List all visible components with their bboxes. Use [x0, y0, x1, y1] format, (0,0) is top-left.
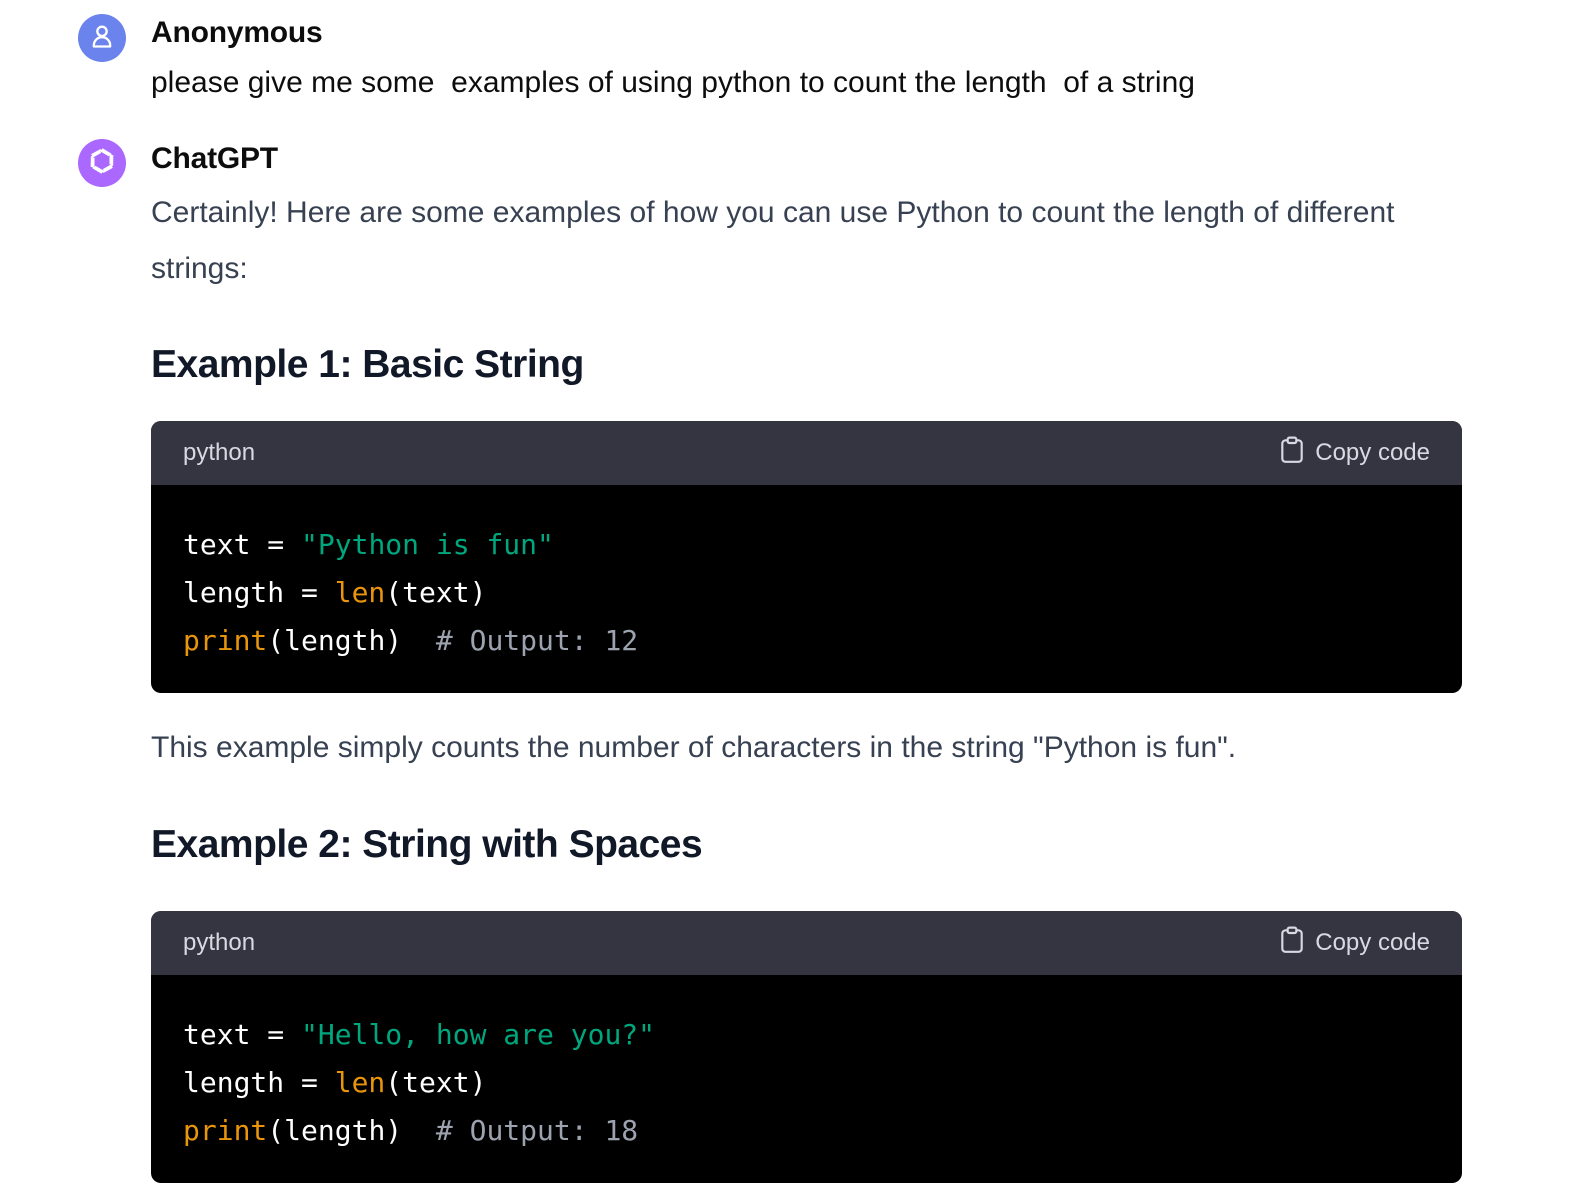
openai-logo-icon [85, 144, 119, 183]
code-block-header: python Copy code [151, 911, 1462, 975]
code-block: python Copy code text = "Hello, how are … [151, 911, 1462, 1183]
clipboard-icon [1279, 926, 1305, 961]
code-token: print [183, 1114, 268, 1147]
code-language-label: python [183, 929, 256, 956]
user-author-name: Anonymous [151, 16, 323, 49]
code-line: print(length) # Output: 18 [183, 1107, 1430, 1155]
code-token: len [334, 1066, 386, 1099]
code-token: (text) [385, 1066, 487, 1099]
code-line: text = "Python is fun" [183, 521, 1430, 569]
code-line: text = "Hello, how are you?" [183, 1011, 1430, 1059]
user-message-text: please give me some examples of using py… [151, 66, 1195, 99]
code-block-header: python Copy code [151, 421, 1462, 485]
copy-code-label: Copy code [1315, 929, 1430, 956]
code-body: text = "Python is fun" length = len(text)… [151, 485, 1462, 665]
clipboard-icon [1279, 436, 1305, 471]
code-token: length = [183, 576, 335, 609]
code-token: "Hello, how are you?" [301, 1018, 656, 1051]
code-line: print(length) # Output: 12 [183, 617, 1430, 665]
copy-code-button[interactable]: Copy code [1279, 926, 1430, 961]
code-token: length = [183, 1066, 335, 1099]
code-token: text = [183, 528, 302, 561]
copy-code-button[interactable]: Copy code [1279, 436, 1430, 471]
code-token: # Output: 12 [435, 624, 639, 657]
assistant-intro-text: Certainly! Here are some examples of how… [151, 196, 1395, 285]
user-icon [88, 22, 116, 55]
code-body: text = "Hello, how are you?" length = len… [151, 975, 1462, 1155]
code-token: print [183, 624, 268, 657]
code-token: (length) [267, 1114, 436, 1147]
assistant-author-name: ChatGPT [151, 142, 278, 175]
code-token: text = [183, 1018, 302, 1051]
copy-code-label: Copy code [1315, 439, 1430, 466]
example-heading: Example 1: Basic String [151, 343, 584, 386]
example-explanation-text: This example simply counts the number of… [151, 731, 1237, 764]
code-line: length = len(text) [183, 569, 1430, 617]
code-language-label: python [183, 439, 256, 466]
code-token: # Output: 18 [435, 1114, 639, 1147]
code-token: "Python is fun" [301, 528, 554, 561]
code-block: python Copy code text = "Python is fun" l… [151, 421, 1462, 693]
code-line: length = len(text) [183, 1059, 1430, 1107]
code-token: (length) [267, 624, 436, 657]
assistant-avatar [78, 139, 126, 187]
code-token: (text) [385, 576, 487, 609]
user-avatar [78, 14, 126, 62]
example-heading: Example 2: String with Spaces [151, 823, 703, 866]
code-token: len [334, 576, 386, 609]
